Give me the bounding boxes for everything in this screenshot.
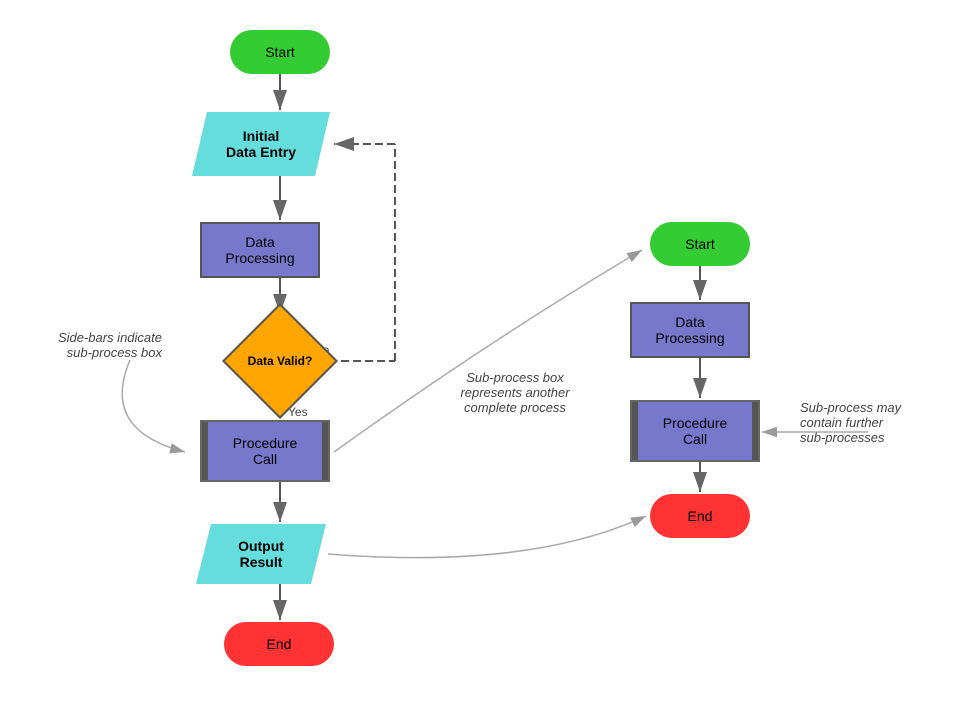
left-end-label: End [267,636,292,652]
right-end-label: End [688,508,713,524]
sub-process-further-annotation: Sub-process maycontain furthersub-proces… [800,400,955,445]
data-valid-label: Data Valid? [248,354,313,368]
initial-data-entry-node: InitialData Entry [192,112,330,176]
right-procedure-call-label: ProcedureCall [651,415,740,447]
output-result-label: OutputResult [238,538,284,570]
sub-process-box-annotation: Sub-process boxrepresents anothercomplet… [430,370,600,415]
initial-data-entry-label: InitialData Entry [226,128,296,160]
output-result-node: OutputResult [196,524,326,584]
side-bars-annotation: Side-bars indicatesub-process box [22,330,162,360]
right-start-label: Start [685,236,715,252]
left-end-node: End [224,622,334,666]
left-procedure-call-label: ProcedureCall [221,435,310,467]
data-valid-diamond: Data Valid? [215,316,345,406]
right-start-node: Start [650,222,750,266]
left-start-label: Start [265,44,295,60]
left-data-processing-node: DataProcessing [200,222,320,278]
left-procedure-call-node: ProcedureCall [200,420,330,482]
right-data-processing-label: DataProcessing [655,314,724,346]
flowchart-diagram: Yes No Start InitialData Entry [0,0,968,718]
left-data-processing-label: DataProcessing [225,234,294,266]
right-data-processing-node: DataProcessing [630,302,750,358]
right-end-node: End [650,494,750,538]
right-procedure-call-node: ProcedureCall [630,400,760,462]
left-start-node: Start [230,30,330,74]
